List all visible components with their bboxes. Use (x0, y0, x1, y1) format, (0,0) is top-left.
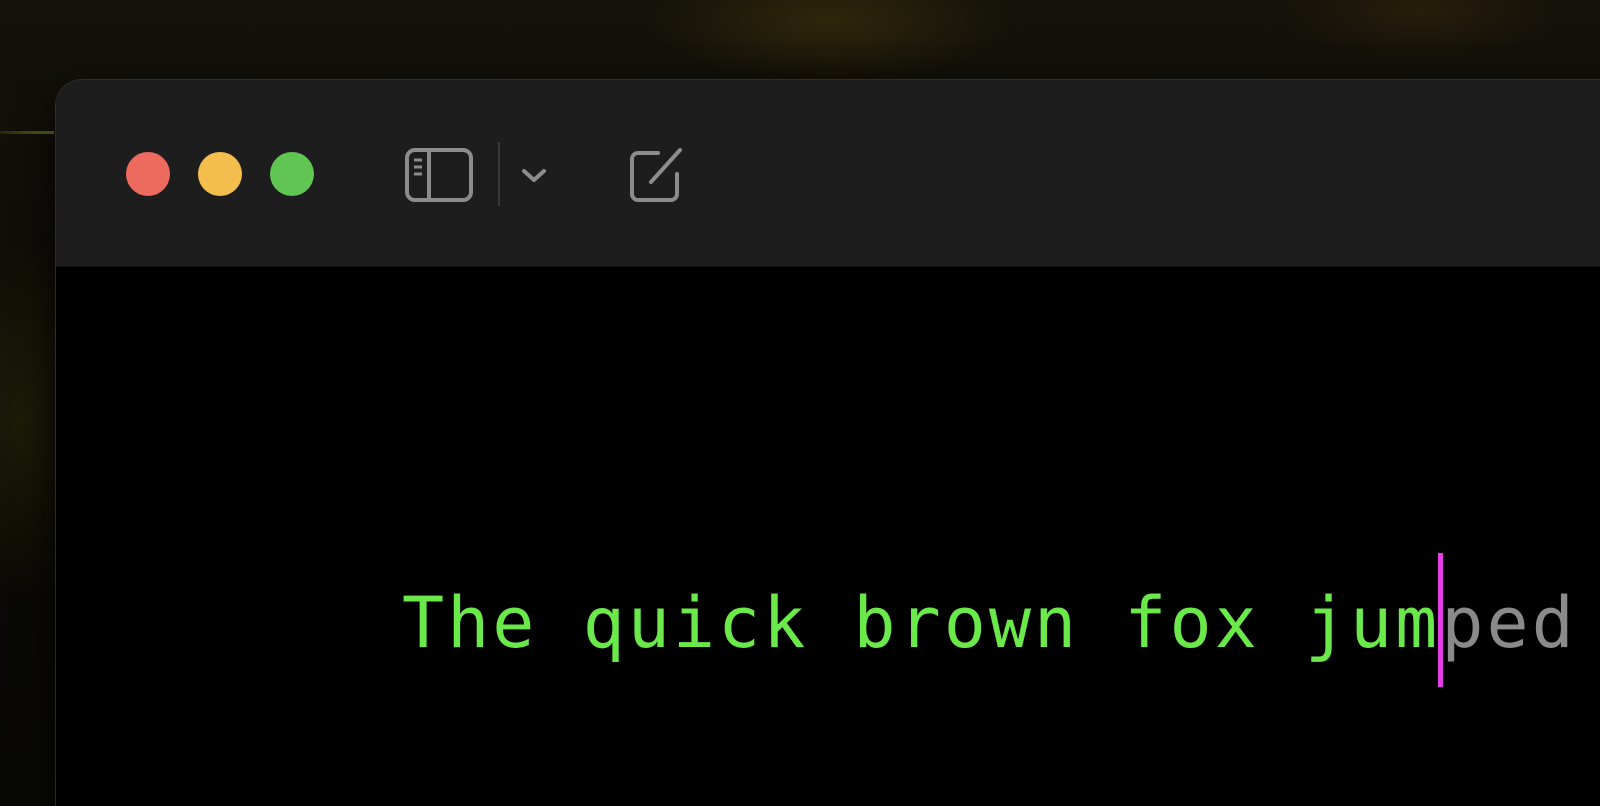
compose-icon (630, 148, 682, 202)
toolbar-separator (498, 142, 500, 206)
sidebar-toggle-icon (405, 148, 473, 202)
desktop-background: The quick brown fox jumped (0, 0, 1600, 806)
desktop-glow-line (0, 131, 54, 134)
chevron-down-icon (522, 169, 546, 182)
typed-text: The quick brown fox jum (402, 582, 1441, 664)
autocomplete-suggestion[interactable]: ped (1441, 582, 1576, 664)
compose-button[interactable] (622, 140, 690, 210)
title-bar (56, 80, 1600, 267)
app-window: The quick brown fox jumped (56, 80, 1600, 806)
minimize-button[interactable] (198, 152, 242, 196)
zoom-button[interactable] (270, 152, 314, 196)
editor-line: The quick brown fox jumped (402, 553, 1577, 687)
text-editor[interactable]: The quick brown fox jumped (56, 267, 1600, 806)
sidebar-options-button[interactable] (514, 140, 554, 210)
sidebar-toggle-button[interactable] (400, 140, 478, 210)
close-button[interactable] (126, 152, 170, 196)
